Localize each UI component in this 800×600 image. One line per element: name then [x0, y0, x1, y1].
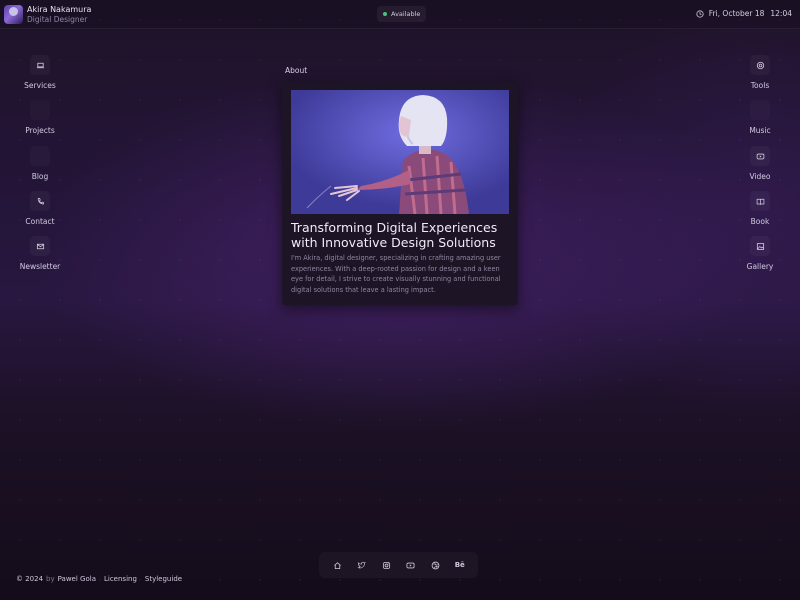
about-window-title[interactable]: About	[285, 66, 307, 75]
app-music[interactable]: Music	[730, 100, 790, 135]
dock-instagram[interactable]	[377, 556, 395, 574]
top-bar: Akira Nakamura Digital Designer Availabl…	[0, 0, 800, 29]
profile-text: Akira Nakamura Digital Designer	[27, 5, 91, 24]
laptop-icon	[36, 62, 44, 68]
book-icon	[756, 198, 764, 205]
about-body: I'm Akira, digital designer, specializin…	[291, 254, 501, 294]
app-newsletter[interactable]: Newsletter	[10, 236, 70, 271]
profile-name: Akira Nakamura	[27, 5, 92, 14]
app-tile[interactable]	[30, 146, 50, 166]
app-tile[interactable]	[750, 236, 770, 256]
app-tile[interactable]	[750, 100, 770, 120]
author-link[interactable]: Pawel Gola	[58, 575, 96, 583]
app-label: Blog	[31, 172, 49, 181]
dock-behance[interactable]: Bē	[451, 556, 469, 574]
licensing-link[interactable]: Licensing	[104, 575, 137, 583]
styleguide-link[interactable]: Styleguide	[145, 575, 182, 583]
footer: © 2024 by Pawel Gola Licensing Styleguid…	[16, 575, 182, 583]
profile[interactable]: Akira Nakamura Digital Designer	[4, 5, 91, 24]
app-label: Video	[749, 172, 771, 181]
datetime: Fri, October 18 12:04	[696, 9, 792, 18]
dock-dribbble[interactable]	[426, 556, 444, 574]
status-badge: Available	[377, 6, 427, 22]
app-label: Projects	[25, 126, 55, 135]
mail-icon	[36, 243, 44, 249]
app-tile[interactable]	[750, 191, 770, 211]
image-icon	[756, 242, 764, 250]
hero-image	[291, 90, 509, 214]
phone-icon	[37, 197, 44, 204]
dock-twitter[interactable]	[353, 556, 371, 574]
app-label: Music	[749, 126, 771, 135]
time-label: 12:04	[770, 9, 792, 18]
dribbble-icon	[431, 561, 440, 569]
twitter-icon	[357, 561, 367, 568]
app-projects[interactable]: Projects	[10, 100, 70, 135]
app-tile[interactable]	[30, 236, 50, 256]
instagram-icon	[382, 561, 390, 569]
copyright: © 2024	[16, 575, 44, 583]
date-label: Fri, October 18	[708, 9, 765, 18]
dock-home[interactable]	[328, 556, 346, 574]
app-tile[interactable]	[750, 55, 770, 75]
portrait-illustration	[291, 90, 509, 214]
dock-youtube[interactable]	[402, 556, 420, 574]
profile-role: Digital Designer	[27, 15, 88, 24]
app-tile[interactable]	[30, 100, 50, 120]
avatar	[4, 5, 23, 24]
app-label: Gallery	[746, 262, 774, 271]
app-label: Tools	[750, 81, 770, 90]
video-icon	[756, 153, 764, 159]
about-headline: Transforming Digital Experiences with In…	[291, 220, 498, 250]
app-label: Newsletter	[19, 262, 61, 271]
app-tile[interactable]	[30, 191, 50, 211]
app-book[interactable]: Book	[730, 191, 790, 226]
app-label: Contact	[25, 217, 55, 226]
app-tile[interactable]	[750, 146, 770, 166]
app-tools[interactable]: Tools	[730, 55, 790, 90]
app-blog[interactable]: Blog	[10, 146, 70, 181]
social-dock: Bē	[319, 552, 478, 578]
footer-by: by	[46, 575, 55, 583]
status-dot-icon	[383, 12, 387, 16]
tools-icon	[756, 61, 764, 69]
app-label: Services	[24, 81, 56, 90]
app-services[interactable]: Services	[10, 55, 70, 90]
youtube-icon	[406, 562, 415, 568]
status-label: Available	[391, 10, 421, 18]
home-icon	[333, 561, 341, 569]
app-video[interactable]: Video	[730, 146, 790, 181]
behance-icon: Bē	[454, 561, 465, 569]
app-gallery[interactable]: Gallery	[730, 236, 790, 271]
clock-icon	[696, 9, 704, 18]
app-tile[interactable]	[30, 55, 50, 75]
app-label: Book	[750, 217, 770, 226]
app-contact[interactable]: Contact	[10, 191, 70, 226]
about-window: Transforming Digital Experiences with In…	[282, 81, 518, 305]
